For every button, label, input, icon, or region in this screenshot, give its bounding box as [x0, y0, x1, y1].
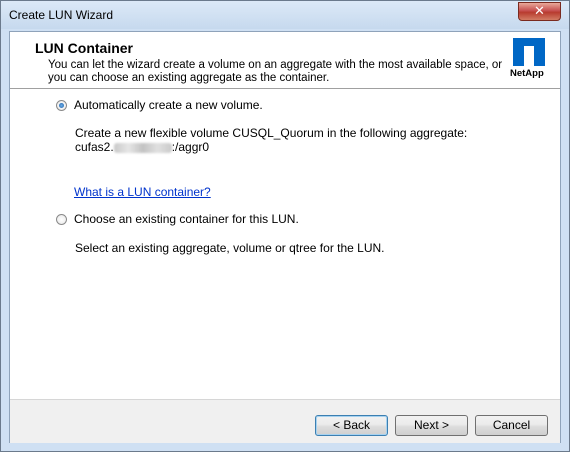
redacted-hostname [113, 142, 172, 153]
page-title: LUN Container [35, 40, 133, 56]
page-description: You can let the wizard create a volume o… [48, 59, 503, 84]
existing-container-detail: Select an existing aggregate, volume or … [75, 241, 385, 255]
wizard-footer: < Back Next > Cancel [10, 399, 560, 443]
close-button[interactable]: ✕ [518, 2, 561, 21]
wizard-window: Create LUN Wizard ✕ LUN Container You ca… [0, 0, 570, 452]
aggregate-path: cufas2. :/aggr0 [75, 140, 209, 154]
logo-text: NetApp [510, 68, 544, 79]
next-button[interactable]: Next > [395, 415, 468, 436]
auto-create-detail: Create a new flexible volume CUSQL_Quoru… [75, 126, 468, 140]
lun-container-help-link[interactable]: What is a LUN container? [74, 185, 211, 199]
wizard-client-area: LUN Container You can let the wizard cre… [9, 31, 561, 443]
auto-create-label[interactable]: Automatically create a new volume. [74, 98, 263, 112]
existing-container-radio[interactable] [56, 214, 67, 225]
close-icon: ✕ [534, 4, 545, 19]
aggregate-prefix: cufas2. [75, 140, 114, 154]
auto-create-radio[interactable] [56, 100, 67, 111]
back-button[interactable]: < Back [315, 415, 388, 436]
cancel-button[interactable]: Cancel [475, 415, 548, 436]
netapp-logo-icon [513, 38, 545, 66]
aggregate-suffix: :/aggr0 [171, 140, 210, 154]
radio-selected-dot [59, 103, 64, 108]
wizard-header: LUN Container You can let the wizard cre… [10, 32, 560, 89]
wizard-body: Automatically create a new volume. Creat… [10, 89, 560, 399]
window-title: Create LUN Wizard [9, 8, 114, 22]
netapp-logo: NetApp [510, 38, 548, 82]
existing-container-label[interactable]: Choose an existing container for this LU… [74, 212, 299, 226]
title-bar: Create LUN Wizard ✕ [1, 1, 569, 29]
